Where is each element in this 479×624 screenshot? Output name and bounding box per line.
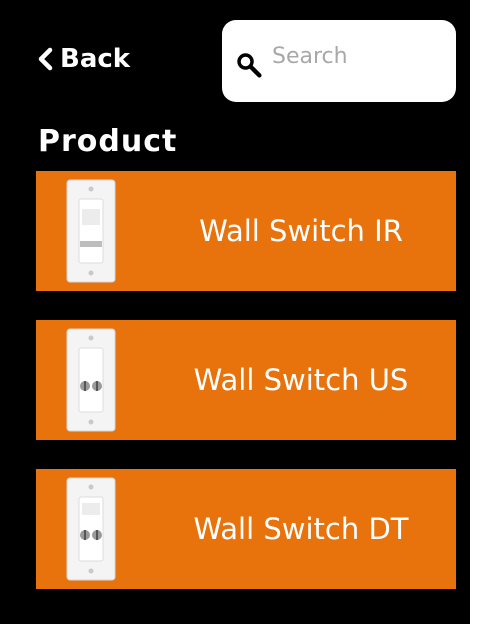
app-screen: Back Product Wall Switch IR <box>0 0 470 624</box>
product-item-wall-switch-ir[interactable]: Wall Switch IR <box>36 171 456 291</box>
edge-mark: 1 <box>0 574 9 589</box>
search-icon <box>237 53 262 78</box>
wall-switch-ir-thumbnail <box>66 179 116 283</box>
product-item-wall-switch-dt[interactable]: Wall Switch DT <box>36 469 456 589</box>
product-label: Wall Switch IR <box>199 214 403 248</box>
product-label: Wall Switch US <box>193 363 409 397</box>
back-label: Back <box>60 44 131 74</box>
product-item-wall-switch-us[interactable]: Wall Switch US <box>36 320 456 440</box>
product-label: Wall Switch DT <box>193 512 409 546</box>
search-input[interactable] <box>272 44 442 69</box>
chevron-left-icon <box>38 47 53 71</box>
wall-switch-dt-thumbnail <box>66 477 116 581</box>
section-title: Product <box>38 124 178 159</box>
back-button[interactable]: Back <box>36 44 130 74</box>
search-box[interactable] <box>222 20 456 102</box>
wall-switch-us-thumbnail <box>66 328 116 432</box>
